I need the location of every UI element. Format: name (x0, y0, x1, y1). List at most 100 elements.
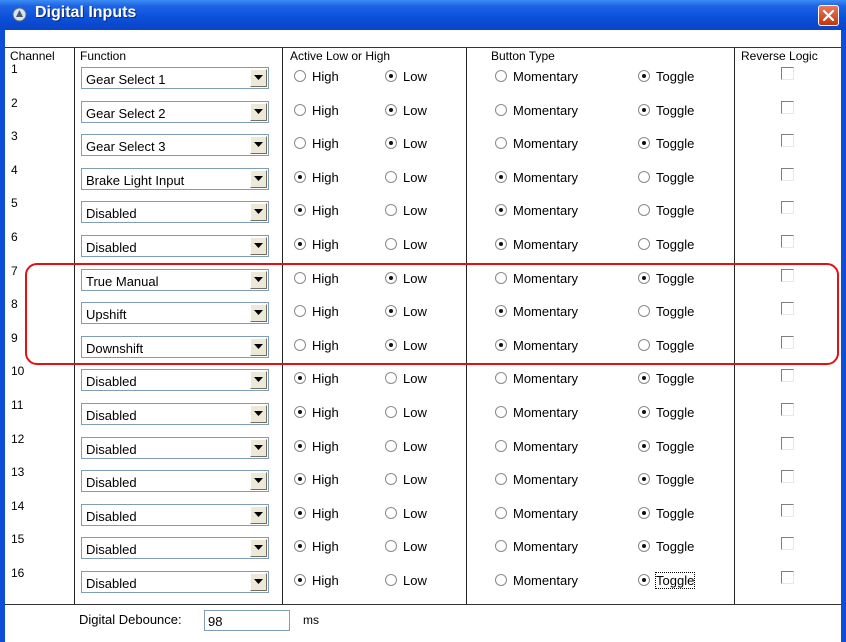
function-select[interactable]: Disabled (81, 503, 269, 526)
radio-circle[interactable] (638, 70, 650, 82)
function-select[interactable]: Gear Select 1 (81, 67, 269, 89)
radio-circle[interactable] (294, 372, 306, 385)
radio-circle[interactable] (495, 406, 507, 418)
dropdown-arrow-button[interactable] (250, 237, 267, 255)
radio-circle[interactable] (495, 506, 507, 519)
dropdown-arrow-button[interactable] (250, 102, 267, 121)
radio-circle[interactable] (495, 103, 507, 116)
function-select[interactable]: Disabled (81, 201, 269, 224)
radio-circle[interactable] (495, 170, 507, 183)
radio-circle[interactable] (638, 473, 650, 486)
radio-circle[interactable] (638, 372, 650, 385)
radio-circle[interactable] (385, 338, 397, 351)
function-select[interactable]: Gear Select 3 (81, 134, 269, 157)
radio-circle[interactable] (385, 103, 397, 116)
radio-circle[interactable] (294, 574, 306, 586)
reverse-logic-checkbox[interactable] (781, 134, 794, 148)
radio-circle[interactable] (385, 439, 397, 452)
radio-circle[interactable] (495, 204, 507, 217)
reverse-logic-checkbox[interactable] (781, 302, 794, 316)
reverse-logic-checkbox[interactable] (781, 369, 794, 383)
dropdown-arrow-button[interactable] (250, 203, 267, 222)
radio-circle[interactable] (495, 540, 507, 553)
radio-circle[interactable] (638, 338, 650, 351)
function-select[interactable]: Disabled (81, 537, 269, 560)
reverse-logic-checkbox[interactable] (781, 100, 794, 114)
radio-circle[interactable] (294, 406, 306, 418)
dropdown-arrow-button[interactable] (250, 573, 267, 591)
dropdown-arrow-button[interactable] (250, 270, 267, 289)
dropdown-arrow-button[interactable] (250, 304, 267, 323)
radio-circle[interactable] (638, 170, 650, 183)
reverse-logic-checkbox[interactable] (781, 167, 794, 181)
function-select[interactable]: Gear Select 2 (81, 100, 269, 123)
radio-circle[interactable] (495, 439, 507, 452)
reverse-logic-checkbox[interactable] (781, 268, 794, 282)
radio-circle[interactable] (294, 271, 306, 284)
function-select[interactable]: Disabled (81, 369, 269, 392)
radio-circle[interactable] (294, 238, 306, 250)
radio-circle[interactable] (385, 372, 397, 385)
dropdown-arrow-button[interactable] (250, 438, 267, 457)
radio-circle[interactable] (294, 473, 306, 486)
reverse-logic-checkbox[interactable] (781, 436, 794, 450)
radio-circle[interactable] (294, 305, 306, 318)
radio-circle[interactable] (294, 204, 306, 217)
radio-circle[interactable] (495, 70, 507, 82)
radio-circle[interactable] (638, 540, 650, 553)
radio-circle[interactable] (495, 574, 507, 586)
radio-circle[interactable] (385, 170, 397, 183)
radio-circle[interactable] (638, 137, 650, 150)
dropdown-arrow-button[interactable] (250, 371, 267, 390)
function-select[interactable]: True Manual (81, 268, 269, 291)
radio-circle[interactable] (294, 70, 306, 82)
reverse-logic-checkbox[interactable] (781, 503, 794, 517)
radio-circle[interactable] (638, 305, 650, 318)
radio-circle[interactable] (385, 506, 397, 519)
radio-circle[interactable] (638, 506, 650, 519)
radio-circle[interactable] (385, 574, 397, 586)
reverse-logic-checkbox[interactable] (781, 470, 794, 484)
dropdown-arrow-button[interactable] (250, 69, 267, 87)
radio-circle[interactable] (294, 338, 306, 351)
function-select[interactable]: Disabled (81, 235, 269, 257)
function-select[interactable]: Upshift (81, 302, 269, 325)
debounce-input[interactable]: 98 (204, 610, 290, 631)
radio-circle[interactable] (385, 204, 397, 217)
radio-circle[interactable] (385, 238, 397, 250)
reverse-logic-checkbox[interactable] (781, 201, 794, 215)
radio-circle[interactable] (294, 170, 306, 183)
radio-circle[interactable] (638, 439, 650, 452)
reverse-logic-checkbox[interactable] (781, 403, 794, 416)
title-bar[interactable]: Digital Inputs (0, 0, 846, 30)
dropdown-arrow-button[interactable] (250, 169, 267, 188)
function-select[interactable]: Disabled (81, 470, 269, 493)
radio-circle[interactable] (495, 338, 507, 351)
dropdown-arrow-button[interactable] (250, 539, 267, 558)
radio-circle[interactable] (495, 238, 507, 250)
dropdown-arrow-button[interactable] (250, 505, 267, 524)
radio-circle[interactable] (385, 137, 397, 150)
radio-circle[interactable] (385, 540, 397, 553)
radio-circle[interactable] (638, 103, 650, 116)
radio-circle[interactable] (495, 473, 507, 486)
radio-circle[interactable] (495, 271, 507, 284)
radio-circle[interactable] (294, 439, 306, 452)
function-select[interactable]: Downshift (81, 335, 269, 358)
radio-circle[interactable] (385, 305, 397, 318)
reverse-logic-checkbox[interactable] (781, 335, 794, 349)
radio-circle[interactable] (495, 305, 507, 318)
function-select[interactable]: Disabled (81, 403, 269, 425)
radio-circle[interactable] (385, 70, 397, 82)
radio-circle[interactable] (638, 271, 650, 284)
radio-circle[interactable] (638, 406, 650, 418)
radio-circle[interactable] (385, 473, 397, 486)
radio-circle[interactable] (638, 574, 650, 586)
function-select[interactable]: Disabled (81, 436, 269, 459)
radio-circle[interactable] (294, 506, 306, 519)
dropdown-arrow-button[interactable] (250, 472, 267, 491)
dropdown-arrow-button[interactable] (250, 136, 267, 155)
radio-circle[interactable] (385, 406, 397, 418)
radio-circle[interactable] (638, 238, 650, 250)
dropdown-arrow-button[interactable] (250, 337, 267, 356)
